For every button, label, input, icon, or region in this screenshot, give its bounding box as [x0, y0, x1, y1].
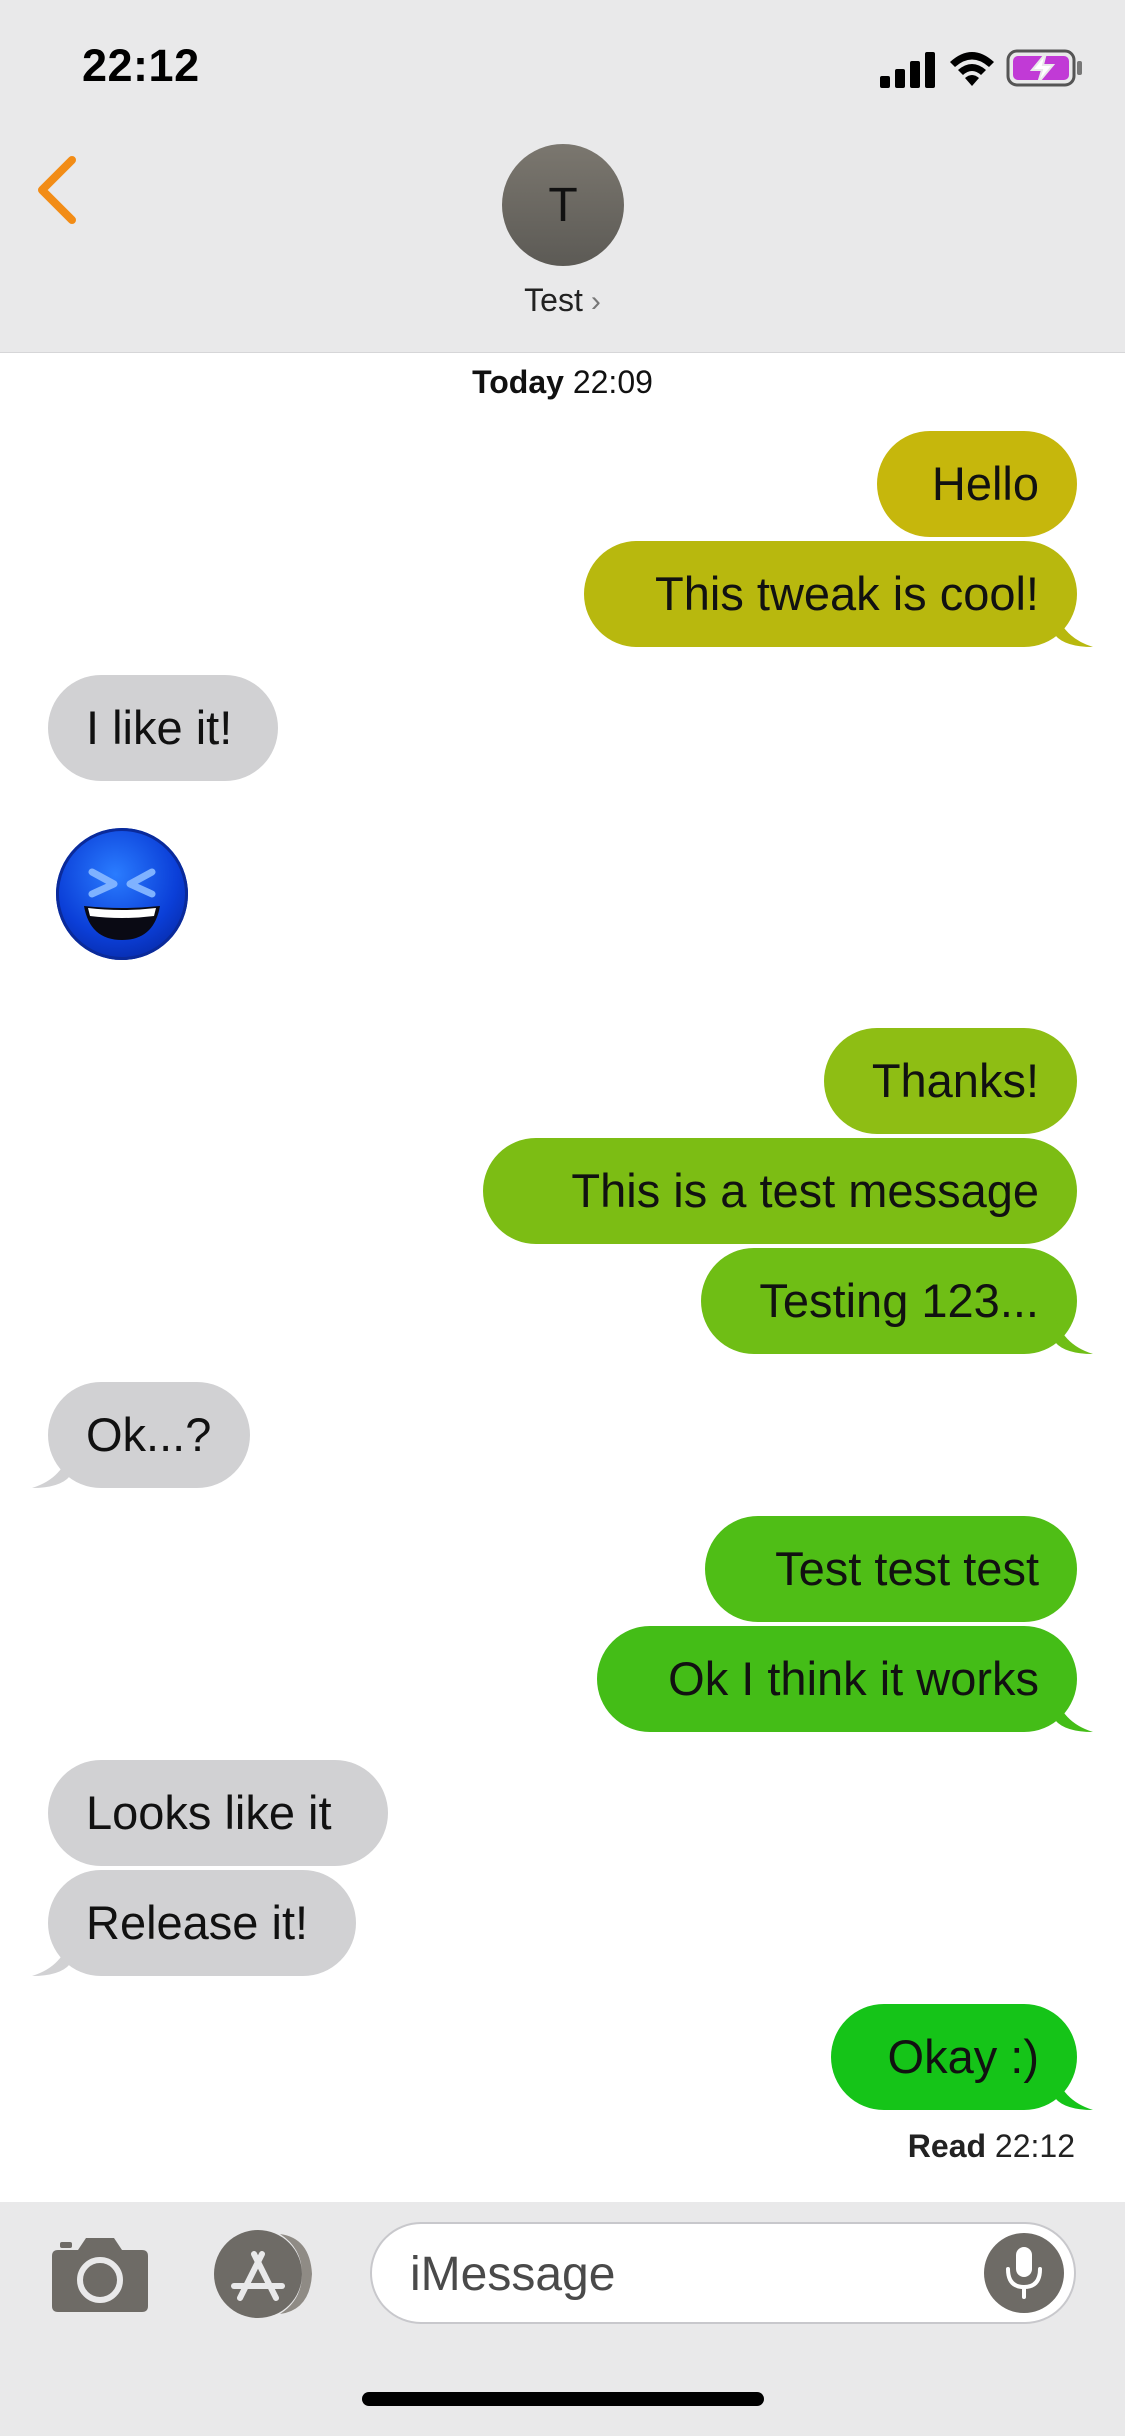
message-bubble-incoming[interactable]: Looks like it: [48, 1760, 388, 1866]
message-bubble-outgoing[interactable]: Thanks!: [824, 1028, 1077, 1134]
message-text-input[interactable]: [408, 2224, 972, 2324]
message-text: Testing 123...: [759, 1274, 1039, 1327]
message-bubble-incoming[interactable]: I like it!: [48, 675, 278, 781]
home-indicator[interactable]: [362, 2392, 764, 2406]
message-bubble-outgoing[interactable]: This tweak is cool!: [584, 541, 1077, 647]
navigation-header: 22:12 T Test ›: [0, 0, 1125, 353]
contact-name-label: Test: [524, 282, 583, 318]
bubble-tail: [1055, 607, 1093, 647]
laughing-face-icon[interactable]: [56, 828, 188, 960]
message-bubble-outgoing[interactable]: Ok I think it works: [597, 1626, 1077, 1732]
bubble-tail: [1055, 1692, 1093, 1732]
message-bubble-outgoing[interactable]: Hello: [877, 431, 1077, 537]
status-time: 22:12: [82, 40, 200, 91]
message-bubble-incoming[interactable]: Release it!: [48, 1870, 356, 1976]
conversation-timestamp: Today 22:09: [0, 364, 1125, 401]
message-bubble-outgoing[interactable]: This is a test message: [483, 1138, 1077, 1244]
read-receipt: Read 22:12: [908, 2128, 1075, 2165]
read-time: 22:12: [994, 2128, 1075, 2164]
message-text: Okay :): [887, 2030, 1039, 2083]
wifi-icon: [950, 52, 994, 86]
message-text: Ok...?: [86, 1408, 212, 1461]
message-bubble-outgoing[interactable]: Testing 123...: [701, 1248, 1077, 1354]
message-text: Thanks!: [871, 1054, 1039, 1107]
laughing-face-drawing: [84, 868, 160, 940]
message-text: Ok I think it works: [668, 1652, 1039, 1705]
message-bubble-incoming[interactable]: Ok...?: [48, 1382, 250, 1488]
microphone-button[interactable]: [984, 2233, 1064, 2313]
contact-name-button[interactable]: Test ›: [0, 282, 1125, 319]
read-label: Read: [907, 2128, 987, 2164]
bubble-tail: [32, 1936, 70, 1976]
chevron-right-icon: ›: [590, 285, 601, 318]
message-bubble-outgoing[interactable]: Okay :): [831, 2004, 1077, 2110]
back-chevron-icon[interactable]: [28, 150, 88, 230]
bubble-tail: [1055, 2070, 1093, 2110]
message-text: Hello: [931, 457, 1039, 510]
avatar-initial: T: [548, 178, 578, 232]
timestamp-day: Today: [472, 364, 564, 400]
message-text: I like it!: [86, 701, 233, 754]
message-text: Looks like it: [86, 1786, 332, 1839]
message-text: Release it!: [86, 1896, 309, 1949]
battery-charging-icon: [1006, 49, 1082, 87]
camera-icon[interactable]: [48, 2232, 152, 2314]
message-text: Test test test: [775, 1542, 1039, 1595]
timestamp-time: 22:09: [572, 364, 653, 400]
message-bubble-outgoing[interactable]: Test test test: [705, 1516, 1077, 1622]
imessage-input-field[interactable]: [370, 2222, 1076, 2324]
app-store-icon[interactable]: [210, 2228, 320, 2320]
bubble-tail: [32, 1448, 70, 1488]
microphone-icon: [1006, 2247, 1042, 2299]
cellular-signal-icon: [880, 52, 935, 88]
bubble-tail: [1055, 1314, 1093, 1354]
message-text: This tweak is cool!: [655, 567, 1039, 620]
message-text: This is a test message: [571, 1164, 1039, 1217]
contact-avatar[interactable]: T: [502, 144, 624, 266]
